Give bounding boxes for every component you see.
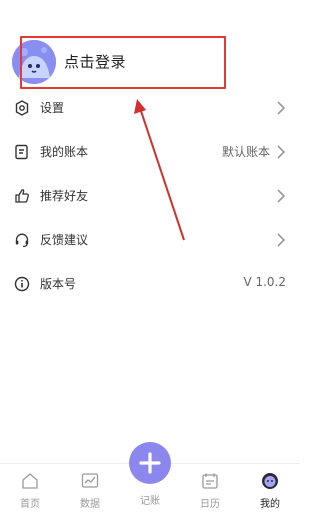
menu-item-label: 我的账本 xyxy=(40,145,89,159)
nav-item-label: 首页 xyxy=(20,499,40,510)
gear-icon xyxy=(15,100,29,116)
version-value: V 1.0.2 xyxy=(243,275,286,289)
nav-item-home[interactable]: 首页 xyxy=(0,472,60,510)
menu-item-label: 版本号 xyxy=(40,277,77,291)
menu-item-label: 反馈建议 xyxy=(40,233,89,247)
chevron-right-icon xyxy=(277,145,286,159)
menu-item-value: 默认账本 xyxy=(221,145,270,159)
chart-icon xyxy=(81,473,99,488)
ledger-icon xyxy=(15,144,28,160)
annotation-highlight-box xyxy=(20,36,226,89)
nav-item-label: 我的 xyxy=(260,499,280,510)
menu-item-label: 推荐好友 xyxy=(40,189,89,203)
headset-icon xyxy=(15,233,29,248)
nav-item-record-label[interactable]: 记账 xyxy=(129,492,171,507)
nav-item-calendar[interactable]: 日历 xyxy=(180,472,240,510)
nav-item-label: 日历 xyxy=(200,499,220,510)
calendar-icon xyxy=(202,473,218,489)
menu-item-version: 版本号 V 1.0.2 xyxy=(0,262,300,306)
nav-item-data[interactable]: 数据 xyxy=(60,472,120,510)
menu-item-label: 设置 xyxy=(40,101,65,115)
chevron-right-icon xyxy=(277,189,286,203)
thumbs-up-icon xyxy=(15,189,29,203)
chevron-right-icon xyxy=(277,101,286,115)
chevron-right-icon xyxy=(277,233,286,247)
nav-item-label: 数据 xyxy=(80,499,100,510)
annotation-arrow xyxy=(134,99,185,241)
home-icon xyxy=(22,473,38,489)
nav-item-mine[interactable]: 我的 xyxy=(240,472,300,510)
profile-icon xyxy=(262,473,278,489)
plus-icon xyxy=(139,452,161,474)
add-record-button[interactable] xyxy=(129,442,171,484)
info-icon xyxy=(14,276,30,292)
